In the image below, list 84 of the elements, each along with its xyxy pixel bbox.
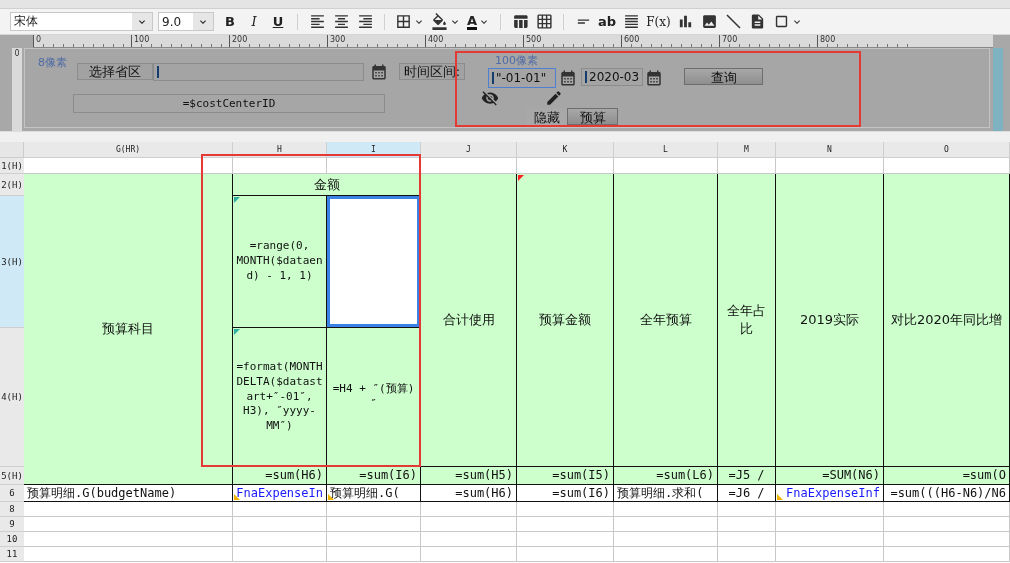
query-button[interactable]: 预算: [567, 108, 618, 125]
input-field[interactable]: [153, 63, 364, 81]
table-cell[interactable]: 预算明细.G(: [327, 485, 421, 502]
table-cell[interactable]: =SUM(N6): [776, 467, 884, 485]
row-header[interactable]: 6: [0, 485, 24, 502]
table-cell[interactable]: 预算明细.G(budgetName): [24, 485, 233, 502]
row-header[interactable]: 3(H): [0, 196, 24, 328]
row-header[interactable]: 11: [0, 547, 24, 562]
field-label: 时间区间:: [399, 63, 465, 80]
input-field[interactable]: "-01-01": [488, 68, 556, 88]
font-size-select[interactable]: 9.0: [158, 12, 214, 31]
chevron-down-icon: [193, 13, 213, 30]
table-cell[interactable]: =sum(O: [884, 467, 1010, 485]
table-cell[interactable]: 2019实际: [776, 174, 884, 467]
table-cell[interactable]: =sum(I6): [327, 467, 421, 485]
table-cell[interactable]: =sum(L6): [614, 467, 718, 485]
column-header[interactable]: L: [614, 142, 718, 158]
row-header[interactable]: 10: [0, 532, 24, 547]
image-icon: [701, 13, 719, 30]
calendar-icon[interactable]: [559, 69, 577, 87]
row-header[interactable]: 2(H): [0, 174, 24, 196]
table-cell[interactable]: =sum(H6): [421, 485, 517, 502]
table-cell[interactable]: =sum(((H6-N6)/N6: [884, 485, 1010, 502]
table-cell[interactable]: 预算明细.求和(: [614, 485, 718, 502]
calendar-icon[interactable]: [645, 69, 663, 87]
scrollbar[interactable]: [993, 48, 1003, 131]
table-cell[interactable]: =format(MONTHDELTA($datastart+″-01″, H3), ″yyyy-MM″): [233, 328, 327, 467]
table-cell[interactable]: 预算科目: [24, 174, 233, 485]
borders-icon: [395, 13, 412, 30]
table-cell[interactable]: =sum(I6): [517, 485, 614, 502]
lines-icon: [622, 13, 640, 30]
calendar-icon[interactable]: [370, 63, 388, 81]
horizontal-ruler: 0 100 200 300 400 500 600 700 800: [33, 35, 993, 48]
column-header[interactable]: K: [517, 142, 614, 158]
table-cell[interactable]: =range(0, MONTH($dataend) - 1, 1): [233, 196, 327, 328]
bold-button[interactable]: B: [219, 11, 241, 32]
column-header[interactable]: N: [776, 142, 884, 158]
align-right-icon: [356, 13, 374, 30]
table-cell[interactable]: =sum(H5): [421, 467, 517, 485]
merge-cells-icon: [511, 13, 529, 30]
font-color-button[interactable]: A: [465, 11, 493, 32]
underline-button[interactable]: U: [267, 11, 289, 32]
parameter-field[interactable]: =$costCenterID: [73, 94, 385, 113]
query-button[interactable]: 查询: [684, 68, 763, 85]
table-cell[interactable]: FnaExpenseInf: [776, 485, 884, 502]
paint-bucket-icon: [431, 13, 448, 30]
row-header[interactable]: 4(H): [0, 328, 24, 467]
field-label: 选择省区: [77, 63, 153, 80]
table-cell[interactable]: 对比2020年同比增: [884, 174, 1010, 467]
column-header[interactable]: J: [421, 142, 517, 158]
diagonal-line-icon: [725, 13, 743, 30]
table-cell[interactable]: =sum(H6): [233, 467, 327, 485]
size-hint: 100像素: [495, 55, 538, 67]
select-all-corner[interactable]: [0, 142, 24, 158]
column-header[interactable]: G(HR): [24, 142, 233, 158]
column-header[interactable]: M: [718, 142, 776, 158]
row-header[interactable]: 1(H): [0, 158, 24, 174]
column-header[interactable]: O: [884, 142, 1010, 158]
table-cell[interactable]: 全年占比: [718, 174, 776, 467]
row-header[interactable]: 5(H): [0, 467, 24, 485]
text-button[interactable]: ab: [596, 11, 619, 32]
table-cell[interactable]: =H4 + ″(预算)″: [327, 328, 421, 467]
table-cell[interactable]: =sum(I5): [517, 467, 614, 485]
formula-button[interactable]: F(x): [644, 11, 673, 32]
table-cell[interactable]: =J6 /: [718, 485, 776, 502]
table-cell[interactable]: FnaExpenseIn: [233, 485, 327, 502]
table-cell[interactable]: 合计使用: [421, 174, 517, 467]
eye-off-icon[interactable]: [481, 89, 499, 107]
input-field[interactable]: 2020-03: [581, 68, 643, 86]
table-cell[interactable]: 金额: [233, 174, 421, 196]
vertical-ruler: 0: [12, 48, 22, 131]
chevron-down-icon: [132, 13, 152, 30]
table-cell[interactable]: =J5 /: [718, 467, 776, 485]
font-select[interactable]: 宋体: [10, 12, 153, 31]
italic-button[interactable]: I: [243, 11, 265, 32]
pencil-icon[interactable]: [545, 89, 563, 107]
align-center-icon: [332, 13, 350, 30]
align-left-icon: [308, 13, 326, 30]
row-header[interactable]: 9: [0, 517, 24, 532]
size-hint: 8像素: [38, 57, 67, 69]
grid-icon: [535, 13, 553, 30]
table-cell[interactable]: 预算金额: [517, 174, 614, 467]
row-header[interactable]: 8: [0, 502, 24, 517]
table-cell[interactable]: 全年预算: [614, 174, 718, 467]
